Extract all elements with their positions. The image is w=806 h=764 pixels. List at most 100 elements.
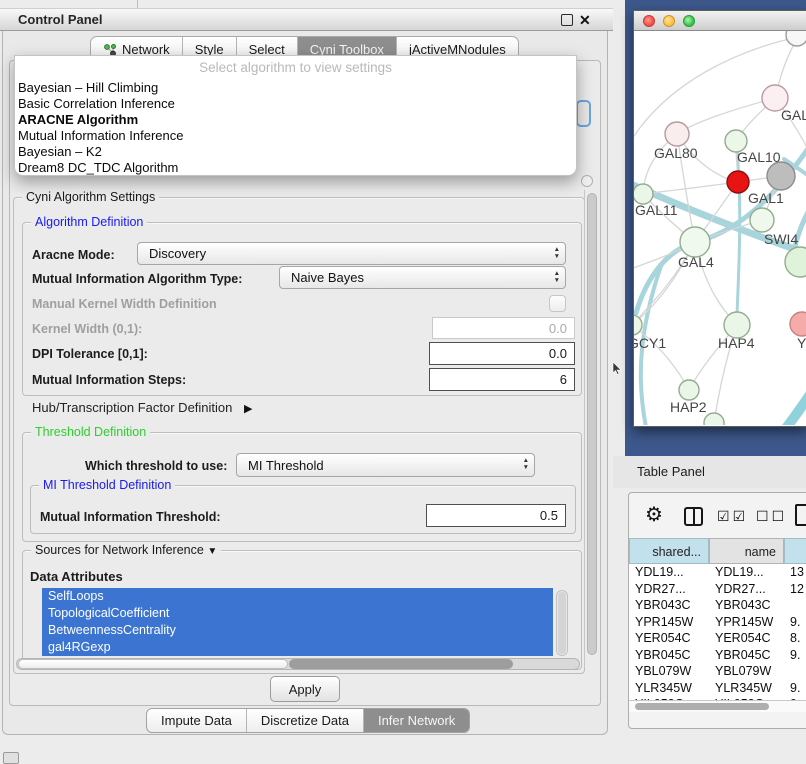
cell[interactable]: YBL079W — [629, 664, 709, 678]
aracne-mode-value: Discovery — [149, 246, 206, 261]
close-icon[interactable]: ✕ — [579, 10, 591, 30]
scrollbar-thumb[interactable] — [587, 193, 597, 655]
tab-impute-data[interactable]: Impute Data — [147, 709, 247, 732]
cell[interactable]: YBR045C — [629, 648, 709, 662]
aracne-mode-combobox[interactable]: Discovery ▲ ▼ — [137, 242, 566, 265]
cell[interactable]: YPR145W — [629, 615, 709, 629]
network-view-window[interactable]: GAL GAL80 GAL10 GAL1 GAL11 SWI4 GAL4 GCY… — [633, 10, 806, 427]
table-header-shared[interactable]: shared... — [629, 538, 709, 564]
cell[interactable]: YDL19... — [629, 565, 709, 579]
list-item-topologicalcoefficient[interactable]: TopologicalCoefficient — [42, 605, 553, 622]
cell[interactable]: YBR043C — [629, 598, 709, 612]
deselect-all-checkboxes-icon[interactable]: ☐☐ — [756, 508, 787, 525]
gear-icon[interactable]: ⚙ — [645, 504, 663, 526]
node-gray[interactable] — [767, 162, 795, 190]
manual-kernel-width-checkbox[interactable] — [549, 295, 566, 312]
node-gal4[interactable] — [680, 227, 710, 257]
zoom-traffic-light[interactable] — [683, 15, 695, 27]
cell[interactable]: YDR27... — [709, 582, 784, 596]
kernel-width-field[interactable]: 0.0 — [432, 317, 575, 339]
cell[interactable]: YDL19... — [709, 565, 784, 579]
cell[interactable]: YER054C — [709, 631, 784, 645]
tab-discretize-data[interactable]: Discretize Data — [247, 709, 364, 732]
table-row[interactable]: YER054C YER054C 8. — [629, 630, 806, 647]
cell[interactable]: 9. — [784, 648, 806, 662]
network-canvas[interactable]: GAL GAL80 GAL10 GAL1 GAL11 SWI4 GAL4 GCY… — [634, 31, 806, 425]
dropdown-item-basic-correlation-inference[interactable]: Basic Correlation Inference — [15, 96, 576, 112]
collapse-down-icon[interactable]: ▼ — [207, 546, 217, 557]
apply-button[interactable]: Apply — [270, 676, 340, 702]
dropdown-item-aracne-algorithm[interactable]: ARACNE Algorithm — [15, 112, 576, 128]
dropdown-item-bayesian-k2[interactable]: Bayesian – K2 — [15, 144, 576, 160]
dropdown-prompt[interactable]: Select algorithm to view settings — [15, 56, 576, 80]
hub-transcription-section[interactable]: Hub/Transcription Factor Definition ▶ — [32, 400, 252, 415]
table-row[interactable]: YDR27... YDR27... 12 — [629, 581, 806, 598]
cell[interactable]: 9. — [784, 615, 806, 629]
split-panel-icon[interactable] — [684, 507, 703, 526]
list-item-betweennesscentrality[interactable]: BetweennessCentrality — [42, 622, 553, 639]
cell[interactable]: 12 — [784, 582, 806, 596]
node-pink-right[interactable] — [790, 312, 806, 336]
float-window-icon[interactable] — [561, 14, 573, 26]
stepper-down-icon: ▼ — [554, 253, 560, 260]
scrollbar-thumb[interactable] — [635, 703, 769, 710]
scrollbar-thumb[interactable] — [18, 659, 288, 669]
table-horizontal-scrollbar[interactable] — [629, 700, 806, 712]
node-red-selected[interactable] — [727, 171, 749, 193]
scrollbar-thumb[interactable] — [558, 592, 566, 654]
node-partial-bottom[interactable] — [704, 413, 724, 425]
dpi-tolerance-field[interactable]: 0.0 — [429, 342, 575, 365]
node-gal11[interactable] — [634, 184, 653, 204]
mutual-information-threshold-field[interactable]: 0.5 — [426, 504, 566, 527]
cell[interactable]: YPR145W — [709, 615, 784, 629]
cell[interactable]: YBL079W — [709, 664, 784, 678]
cell[interactable]: 9. — [784, 681, 806, 695]
attributes-list-scrollbar[interactable] — [556, 590, 568, 656]
dropdown-item-dream8-dc-tdc[interactable]: Dream8 DC_TDC Algorithm — [15, 160, 576, 176]
cell[interactable]: YLR345W — [709, 681, 784, 695]
cell[interactable]: YER054C — [629, 631, 709, 645]
cell[interactable]: YBR043C — [709, 598, 784, 612]
table-row[interactable]: YBR043C YBR043C — [629, 597, 806, 614]
mi-algorithm-type-combobox[interactable]: Naive Bayes ▲ ▼ — [279, 266, 566, 289]
table-header-partial[interactable] — [784, 538, 806, 564]
dropdown-item-mutual-information-inference[interactable]: Mutual Information Inference — [15, 128, 576, 144]
node-hap2[interactable] — [679, 380, 699, 400]
stepper-up-icon: ▲ — [554, 270, 560, 277]
network-window-titlebar[interactable] — [634, 11, 806, 31]
select-all-checkboxes-icon[interactable]: ☑☑ — [717, 508, 748, 525]
label-gal11: GAL11 — [635, 202, 678, 218]
close-traffic-light[interactable] — [643, 15, 655, 27]
table-header-name[interactable]: name — [709, 538, 784, 564]
node-swi4[interactable] — [785, 247, 806, 277]
hub-transcription-label: Hub/Transcription Factor Definition — [32, 400, 232, 415]
list-item-gal4rgexp[interactable]: gal4RGexp — [42, 639, 553, 656]
hidden-control-partial — [581, 175, 593, 187]
settings-vertical-scrollbar[interactable] — [584, 190, 600, 668]
table-row[interactable]: YDL19... YDL19... 13 — [629, 564, 806, 581]
table-row[interactable]: YBR045C YBR045C 9. — [629, 647, 806, 664]
mi-steps-field[interactable]: 6 — [429, 368, 575, 391]
node-partial-top[interactable] — [786, 31, 806, 46]
scrollbar-track-dark[interactable] — [289, 659, 513, 669]
tab-infer-network[interactable]: Infer Network — [364, 709, 469, 732]
which-threshold-combobox[interactable]: MI Threshold ▲ ▼ — [236, 453, 535, 477]
cell[interactable]: YLR345W — [629, 681, 709, 695]
table-row[interactable]: YBL079W YBL079W — [629, 663, 806, 680]
cell[interactable]: YDR27... — [629, 582, 709, 596]
algorithm-combobox-partial[interactable] — [576, 100, 591, 127]
cell[interactable]: 8. — [784, 631, 806, 645]
minimize-traffic-light[interactable] — [663, 15, 675, 27]
list-item-selfloops[interactable]: SelfLoops — [42, 588, 553, 605]
settings-horizontal-scrollbar[interactable] — [16, 658, 580, 670]
expand-right-icon[interactable]: ▶ — [244, 403, 252, 415]
cell[interactable]: YBR045C — [709, 648, 784, 662]
document-icon[interactable] — [795, 504, 806, 526]
cell[interactable]: 13 — [784, 565, 806, 579]
node-gal80[interactable] — [665, 122, 689, 146]
table-row[interactable]: YLR345W YLR345W 9. — [629, 680, 806, 697]
node-gal1[interactable] — [750, 208, 774, 232]
label-gal1: GAL1 — [748, 190, 784, 206]
dropdown-item-bayesian-hill-climbing[interactable]: Bayesian – Hill Climbing — [15, 80, 576, 96]
table-row[interactable]: YPR145W YPR145W 9. — [629, 614, 806, 631]
